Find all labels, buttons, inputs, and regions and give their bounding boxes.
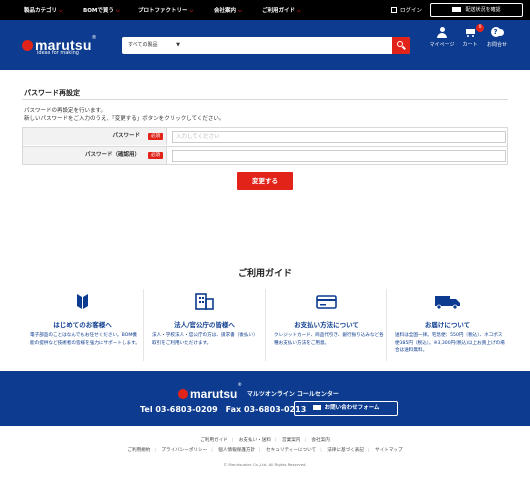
footer-link[interactable]: ご利用ガイド [200, 438, 228, 443]
contact-form-button[interactable]: お問い合わせフォーム [294, 401, 398, 416]
upload-icon [448, 75, 458, 80]
building-icon [144, 292, 265, 310]
chevron-down-icon: ⌵ [59, 8, 63, 14]
footer-link[interactable]: 法律に基づく表記 [327, 448, 364, 453]
help-chat-icon [490, 27, 504, 38]
call-center-logo: marutsu®マルツオンライン コールセンター [178, 383, 339, 402]
password-confirm-input[interactable] [172, 150, 506, 162]
caret-down-icon: ▼ [176, 42, 180, 48]
password-form: パスワード 必須 パスワード（確認用） 必須 [22, 127, 508, 165]
footer-link[interactable]: サイトマップ [375, 448, 403, 453]
nav-company[interactable]: 会社案内 ⌵ [214, 6, 242, 14]
logo-mark-icon [178, 389, 188, 399]
page-description: パスワードの再設定を行います。 新しいパスワードをご入力のうえ、「変更する」ボタ… [24, 108, 225, 122]
search-input[interactable] [186, 37, 392, 54]
login-link[interactable]: ログイン [391, 6, 422, 14]
change-password-button[interactable]: 変更する [237, 172, 293, 190]
chevron-down-icon: ⌵ [115, 8, 120, 14]
password-input[interactable] [172, 131, 506, 143]
form-row-password: パスワード 必須 [23, 128, 507, 146]
truck-icon [387, 292, 508, 310]
cart-icon [465, 27, 476, 38]
nav-bom-buy[interactable]: BOMで買う ⌵ [83, 6, 120, 14]
search-button[interactable] [392, 37, 410, 54]
logo-tagline: ideas for making [37, 50, 79, 56]
page-title: パスワード再設定 [24, 89, 80, 97]
chevron-down-icon: ⌵ [189, 8, 194, 14]
footer-link[interactable]: プライバシーポリシー [161, 448, 207, 453]
site-logo[interactable]: marutsu® ideas for making [22, 35, 97, 56]
footer-link[interactable]: セキュリティーについて [266, 448, 316, 453]
contact-link[interactable]: お問合せ [485, 27, 509, 48]
user-icon [437, 27, 447, 38]
form-row-password-confirm: パスワード（確認用） 必須 [23, 146, 507, 164]
nav-guide[interactable]: ご利用ガイド ⌵ [262, 6, 301, 14]
beginner-leaf-icon [22, 292, 143, 310]
guide-delivery[interactable]: お届けについて 送料は全国一律。宅急便：550円（税込）、ネコポス便385円（税… [386, 289, 507, 361]
mypage-link[interactable]: マイページ [429, 27, 455, 48]
call-center-band: marutsu®マルツオンライン コールセンター Tel 03-6803-020… [0, 371, 530, 426]
chevron-down-icon: ⌵ [238, 8, 242, 14]
footer-link[interactable]: 会社案内 [311, 438, 329, 443]
top-nav-bar: 製品カテゴリ ⌵ BOMで買う ⌵ プロトファクトリー ⌵ 会社案内 ⌵ ご利用ガイド ⌵… [0, 0, 530, 20]
guide-first-time[interactable]: はじめてのお客様へ 電子部品のことはなんでもお任せください。BOM機能の提供など… [22, 289, 143, 361]
footer-link[interactable]: ご利用規約 [127, 448, 150, 453]
login-icon [391, 7, 397, 13]
nav-proto-factory[interactable]: プロトファクトリー ⌵ [138, 6, 193, 14]
site-header: marutsu® ideas for making すべての製品 ▼ マイページ … [0, 20, 530, 85]
footer-link[interactable]: 営業案内 [282, 438, 300, 443]
logo-mark-icon [22, 40, 33, 51]
mail-icon [312, 405, 321, 410]
footer-link[interactable]: 個人情報保護方針 [218, 448, 255, 453]
bom-upload-button[interactable]: BOMアップロード [429, 72, 522, 85]
search-bar: すべての製品 ▼ [122, 37, 410, 54]
guide-section-title: ご利用ガイド [237, 269, 292, 279]
password-label: パスワード 必須 [23, 128, 167, 145]
guide-corporate[interactable]: 法人/官公庁の皆様へ 法人・学校法人・官公庁の方は、請求書（後払い）取引をご利用… [143, 289, 264, 361]
divider [22, 99, 508, 100]
password-confirm-label: パスワード（確認用） 必須 [23, 147, 167, 164]
footer-link[interactable]: お支払い・送料 [239, 438, 271, 443]
required-badge: 必須 [148, 152, 163, 159]
nav-product-category[interactable]: 製品カテゴリ ⌵ [24, 6, 63, 14]
footer-links-secondary: ご利用規約 | プライバシーポリシー | 個人情報保護方針 | セキュリティーについて… [127, 448, 403, 453]
cart-count-badge: 0 [476, 24, 484, 32]
tel-fax-numbers: Tel 03-6803-0209 Fax 03-6803-0213 [140, 405, 307, 414]
copyright: © Marutsuelec Co.,Ltd. All Rights Reserv… [223, 462, 307, 467]
search-category-select[interactable]: すべての製品 ▼ [122, 37, 186, 54]
cart-link[interactable]: 0 カート [459, 24, 484, 48]
required-badge: 必須 [148, 133, 163, 140]
guide-payment[interactable]: お支払い方法について クレジットカード、商品代引き、銀行振り込みなど各種お支払い… [265, 289, 386, 361]
footer-links-primary: ご利用ガイド | お支払い・送料 | 営業案内 | 会社案内 [200, 438, 330, 443]
credit-card-icon [266, 292, 387, 310]
track-order-button[interactable]: 配送状況を確認 [430, 3, 523, 17]
chevron-down-icon: ⌵ [297, 8, 301, 14]
truck-icon [452, 7, 462, 12]
